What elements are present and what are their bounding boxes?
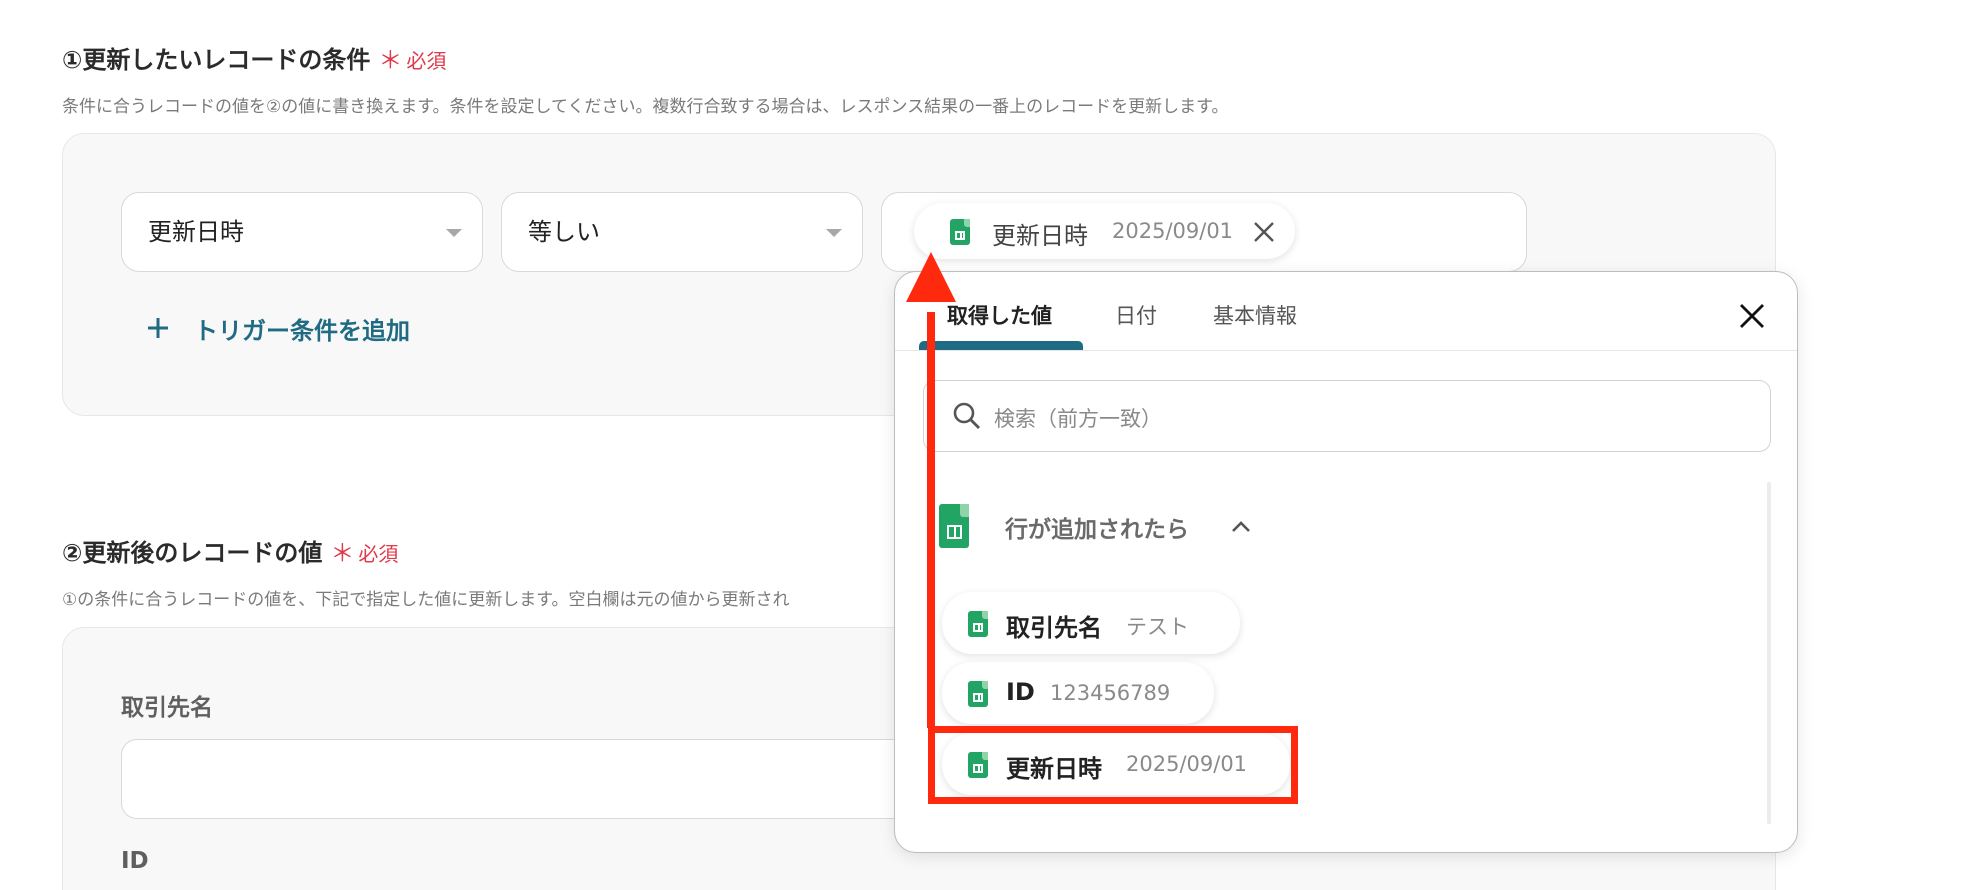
annotation-arrow <box>906 252 956 728</box>
